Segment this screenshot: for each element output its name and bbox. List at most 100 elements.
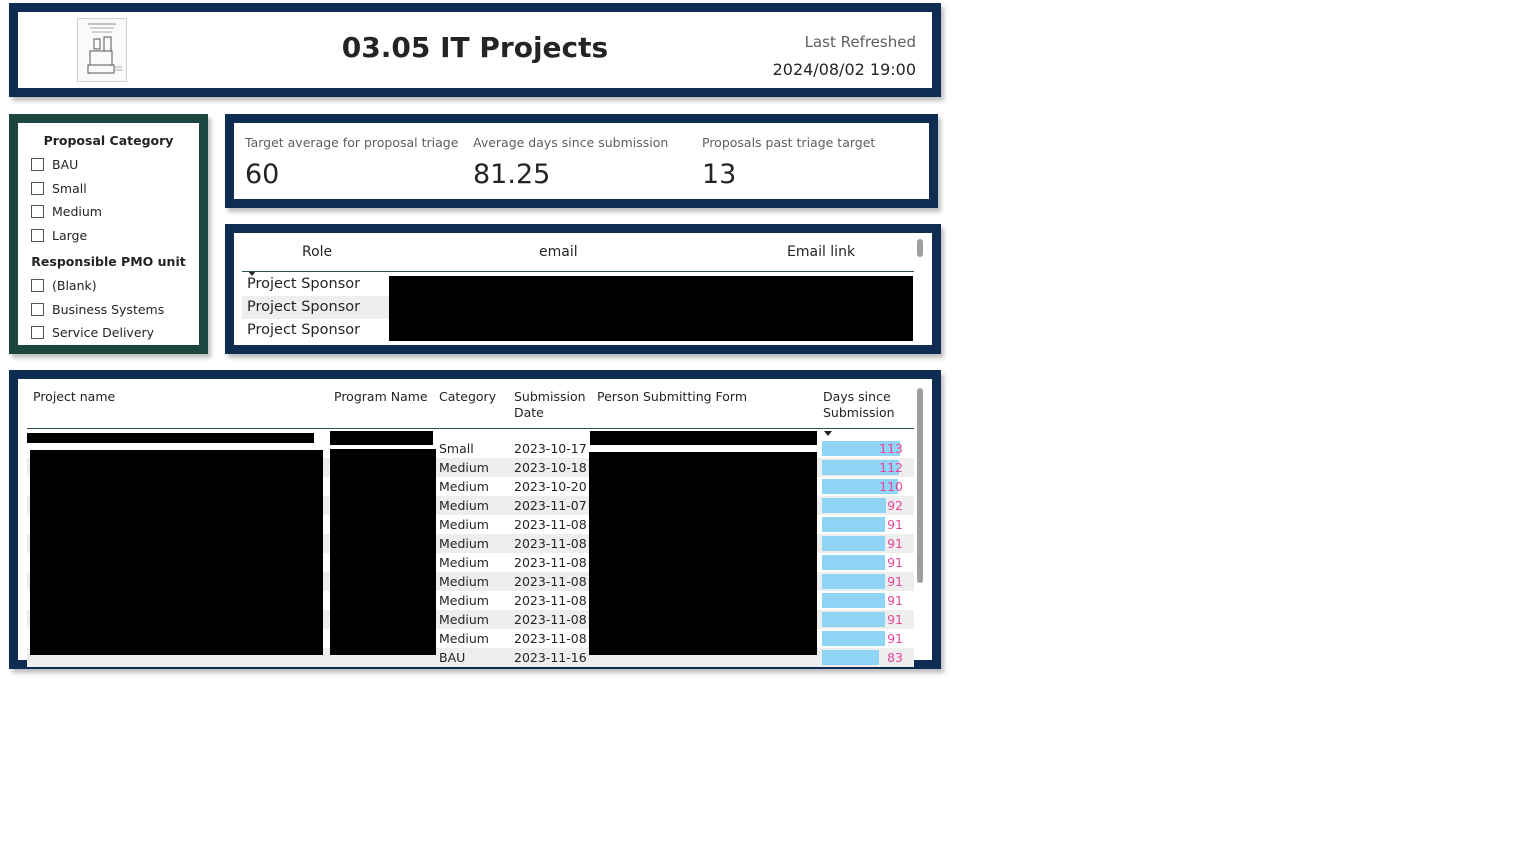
proposal-category-heading: Proposal Category	[43, 133, 174, 148]
header-line: Days since	[823, 389, 891, 404]
category-cell: Medium	[439, 479, 489, 494]
category-cell: Medium	[439, 555, 489, 570]
pmo-option-blank[interactable]: (Blank)	[31, 278, 97, 293]
header-divider	[242, 271, 914, 272]
table-row[interactable]: Project Sponsor	[242, 273, 389, 296]
kpi-target-value: 60	[245, 159, 280, 190]
project-name-header[interactable]: Project name	[33, 389, 115, 405]
option-label: Medium	[52, 204, 102, 219]
days-value: 110	[879, 479, 903, 494]
redacted-block	[30, 450, 323, 655]
category-option-bau[interactable]: BAU	[31, 157, 78, 172]
last-refreshed-value: 2024/08/02 19:00	[772, 60, 916, 79]
scrollbar[interactable]	[917, 239, 923, 257]
email-column-header[interactable]: email	[539, 244, 578, 260]
days-value: 91	[887, 612, 903, 627]
submission-date-cell: 2023-11-08	[514, 631, 587, 646]
submission-date-cell: 2023-10-18	[514, 460, 587, 475]
pmo-option-business-systems[interactable]: Business Systems	[31, 302, 164, 317]
submission-date-cell: 2023-11-08	[514, 612, 587, 627]
days-value: 91	[887, 517, 903, 532]
sort-descending-icon[interactable]	[824, 421, 832, 440]
submission-date-cell: 2023-11-08	[514, 517, 587, 532]
filter-slicer-panel: Proposal Category BAU Small Medium Large…	[9, 114, 208, 354]
redacted-block	[389, 276, 913, 341]
header-panel: 03.05 IT Projects Last Refreshed 2024/08…	[9, 3, 941, 97]
days-value: 91	[887, 555, 903, 570]
category-cell: Medium	[439, 517, 489, 532]
days-since-submission-header[interactable]: Days since Submission	[823, 389, 895, 421]
checkbox-icon[interactable]	[31, 326, 44, 339]
days-value: 113	[879, 441, 903, 456]
header-divider	[27, 428, 914, 429]
email-link-column-header[interactable]: Email link	[787, 244, 855, 260]
category-cell: Medium	[439, 498, 489, 513]
submission-date-cell: 2023-11-08	[514, 574, 587, 589]
roles-table-panel: Role email Email link Project Sponsor Pr…	[225, 224, 941, 354]
submission-date-cell: 2023-10-17	[514, 441, 587, 456]
checkbox-icon[interactable]	[31, 158, 44, 171]
submission-date-cell: 2023-10-20	[514, 479, 587, 494]
checkbox-icon[interactable]	[31, 303, 44, 316]
role-column-header[interactable]: Role	[302, 244, 332, 260]
category-cell: Small	[439, 441, 474, 456]
kpi-panel: Target average for proposal triage 60 Av…	[225, 114, 938, 208]
person-submitting-header[interactable]: Person Submitting Form	[597, 389, 747, 405]
pmo-unit-heading: Responsible PMO unit	[31, 254, 186, 269]
days-value: 91	[887, 536, 903, 551]
program-name-header[interactable]: Program Name	[334, 389, 428, 405]
category-option-large[interactable]: Large	[31, 228, 87, 243]
redacted-block	[330, 449, 436, 655]
checkbox-icon[interactable]	[31, 182, 44, 195]
redacted-block	[330, 431, 433, 445]
redacted-block	[590, 431, 817, 445]
days-value: 83	[887, 650, 903, 665]
header-line: Date	[514, 405, 544, 420]
submission-date-cell: 2023-11-08	[514, 593, 587, 608]
days-value: 92	[887, 498, 903, 513]
submission-date-cell: 2023-11-08	[514, 555, 587, 570]
category-cell: Medium	[439, 574, 489, 589]
header-line: Submission	[823, 405, 895, 420]
kpi-past-target-value: 13	[702, 159, 737, 190]
redacted-block	[27, 433, 314, 443]
category-cell: Medium	[439, 612, 489, 627]
option-label: Large	[52, 228, 88, 243]
option-label: Service Delivery	[52, 325, 155, 340]
redacted-block	[589, 452, 817, 655]
days-value: 91	[887, 631, 903, 646]
submission-date-header[interactable]: Submission Date	[514, 389, 586, 421]
category-cell: Medium	[439, 460, 489, 475]
days-value: 91	[887, 593, 903, 608]
category-cell: Medium	[439, 593, 489, 608]
pmo-option-service-delivery[interactable]: Service Delivery	[31, 325, 154, 340]
days-value: 112	[879, 460, 903, 475]
table-row[interactable]: Project Sponsor	[242, 319, 389, 342]
header-line: Submission	[514, 389, 586, 404]
days-value: 91	[887, 574, 903, 589]
option-label: Business Systems	[52, 302, 165, 317]
category-cell: BAU	[439, 650, 466, 665]
scrollbar[interactable]	[917, 388, 923, 583]
projects-table-panel: Project name Program Name Category Submi…	[9, 370, 941, 669]
option-label: Small	[52, 181, 87, 196]
category-cell: Medium	[439, 536, 489, 551]
option-label: BAU	[52, 157, 79, 172]
option-label: (Blank)	[52, 278, 97, 293]
checkbox-icon[interactable]	[31, 205, 44, 218]
category-option-medium[interactable]: Medium	[31, 204, 102, 219]
last-refreshed-label: Last Refreshed	[804, 33, 916, 51]
category-header[interactable]: Category	[439, 389, 496, 405]
kpi-target-label: Target average for proposal triage	[245, 135, 459, 150]
submission-date-cell: 2023-11-16	[514, 650, 587, 665]
kpi-average-label: Average days since submission	[473, 135, 669, 150]
submission-date-cell: 2023-11-08	[514, 536, 587, 551]
checkbox-icon[interactable]	[31, 229, 44, 242]
category-option-small[interactable]: Small	[31, 181, 87, 196]
checkbox-icon[interactable]	[31, 279, 44, 292]
category-cell: Medium	[439, 631, 489, 646]
table-row[interactable]: Project Sponsor	[242, 296, 389, 319]
kpi-past-target-label: Proposals past triage target	[702, 135, 876, 150]
kpi-average-value: 81.25	[473, 159, 551, 190]
submission-date-cell: 2023-11-07	[514, 498, 587, 513]
